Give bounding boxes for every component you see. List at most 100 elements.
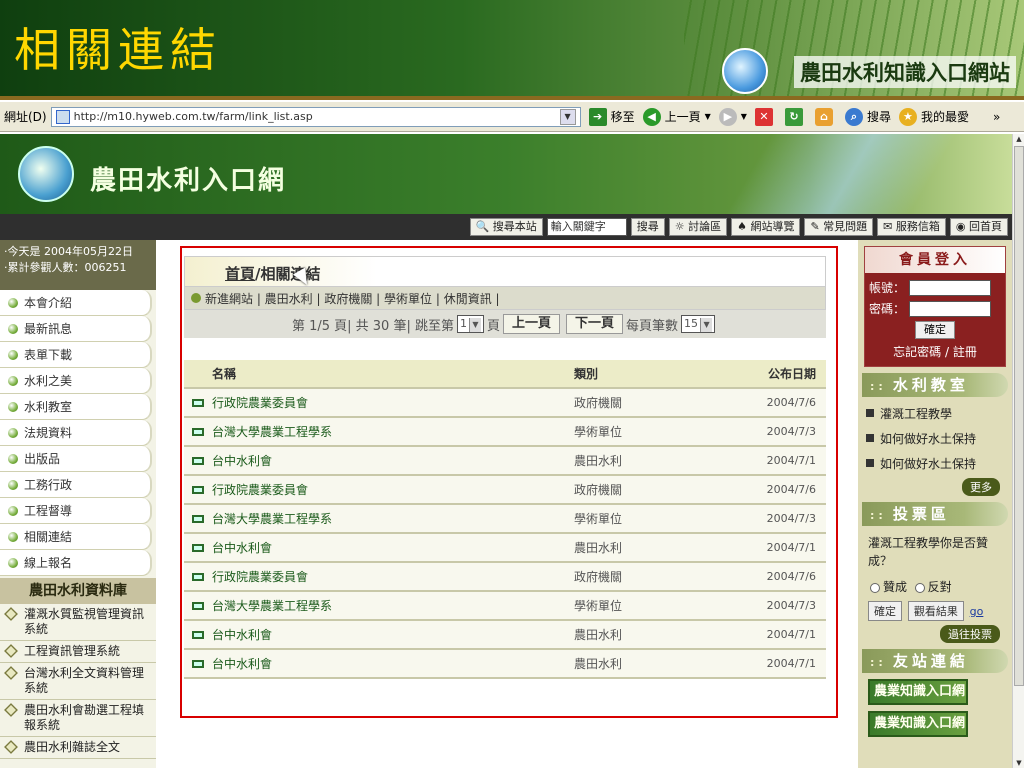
browser-toolbar: 網址(D) http://m10.hyweb.com.tw/farm/link_… [0,102,1024,132]
portal-name: 農田水利知識入口網站 [794,56,1016,88]
link-name[interactable]: 台中水利會 [208,649,570,679]
nav-faq[interactable]: ✎ 常見問題 [804,218,874,236]
overflow-chevron[interactable]: » [993,110,1000,124]
account-input[interactable] [909,279,992,296]
bullet-icon [8,375,18,386]
sidebar-item-news[interactable]: 最新訊息 [0,316,152,342]
sidebar-item-label: 本會介紹 [24,296,73,310]
link-name[interactable]: 行政院農業委員會 [208,475,570,505]
table-row[interactable]: 台中水利會 農田水利 2004/7/1 [184,620,826,650]
sidebar-item-regulations[interactable]: 法規資料 [0,420,152,446]
bullet-icon [8,427,18,438]
category-links[interactable]: 新進網站 | 農田水利 | 政府機關 | 學術單位 | 休閒資訊 | [205,290,500,307]
classroom-item[interactable]: 如何做好水土保持 [858,451,1012,476]
friend-site-logo[interactable]: 農業知識入口網 [868,679,968,705]
link-name[interactable]: 台灣大學農業工程學系 [208,417,570,447]
home-button[interactable]: ⌂ [814,107,837,126]
forward-button[interactable]: ▶ ▼ [718,107,747,126]
go-button[interactable]: ➔ 移至 [588,107,635,126]
db-item-water-quality[interactable]: 灌溉水質監視管理資訊系統 [0,604,156,641]
search-site-button[interactable]: 🔍 搜尋本站 [469,218,543,236]
next-page-button[interactable]: 下一頁 [566,314,624,334]
sidebar-item-supervision[interactable]: 工程督導 [0,498,152,524]
table-row[interactable]: 台中水利會 農田水利 2004/7/1 [184,446,826,476]
classroom-item[interactable]: 灌溉工程教學 [858,401,1012,426]
table-row[interactable]: 台灣大學農業工程學系 學術單位 2004/7/3 [184,504,826,534]
link-category: 政府機關 [570,388,690,418]
table-row[interactable]: 行政院農業委員會 政府機關 2004/7/6 [184,562,826,592]
sidebar-item-about[interactable]: 本會介紹 [0,290,152,316]
vote-radio-no[interactable] [914,582,925,593]
dropdown-arrow-icon[interactable]: ▼ [559,108,576,125]
keyword-input[interactable]: 輸入關鍵字 [546,218,627,236]
db-item-engineering[interactable]: 工程資訊管理系統 [0,641,156,663]
db-item-magazine[interactable]: 農田水利雜誌全文 [0,737,156,759]
scroll-thumb[interactable] [1014,146,1024,686]
login-panel: 會員登入 帳號： 密碼： 確定 忘記密碼 / 註冊 [864,246,1006,367]
table-row[interactable]: 台灣大學農業工程學系 學術單位 2004/7/3 [184,417,826,447]
favorites-button[interactable]: ★ 我的最愛 [898,107,969,126]
vote-radio-yes[interactable] [870,582,880,593]
link-row-icon [184,649,208,679]
sidebar-item-publications[interactable]: 出版品 [0,446,152,472]
sidebar-item-beauty[interactable]: 水利之美 [0,368,152,394]
address-input[interactable]: http://m10.hyweb.com.tw/farm/link_list.a… [50,106,581,127]
sidebar-item-signup[interactable]: 線上報名 [0,550,152,576]
go-link[interactable]: go [970,605,984,618]
table-row[interactable]: 行政院農業委員會 政府機關 2004/7/6 [184,475,826,505]
sidebar-item-label: 水利之美 [24,374,73,388]
breadcrumb-home[interactable]: 首頁 [225,265,255,283]
more-button[interactable]: 更多 [962,478,1000,496]
search-submit-button[interactable]: 搜尋 [630,218,665,236]
link-name[interactable]: 台中水利會 [208,446,570,476]
link-name[interactable]: 台灣大學農業工程學系 [208,504,570,534]
nav-mailbox[interactable]: ✉ 服務信箱 [877,218,946,236]
sidebar-item-classroom[interactable]: 水利教室 [0,394,152,420]
db-item-survey[interactable]: 農田水利會勘選工程填報系統 [0,700,156,737]
link-name[interactable]: 台中水利會 [208,533,570,563]
table-row[interactable]: 台中水利會 農田水利 2004/7/1 [184,649,826,679]
page-select[interactable]: 1 ▼ [456,315,484,333]
refresh-button[interactable]: ↻ [784,107,807,126]
past-votes-button[interactable]: 過往投票 [940,625,1000,643]
sidebar-item-forms[interactable]: 表單下載 [0,342,152,368]
chevron-down-icon[interactable]: ▼ [705,112,711,121]
search-label: 搜尋 [866,110,891,124]
forgot-register-link[interactable]: 忘記密碼 / 註冊 [869,343,1001,360]
login-submit-button[interactable]: 確定 [915,321,955,339]
table-row[interactable]: 台中水利會 農田水利 2004/7/1 [184,533,826,563]
scroll-down-icon[interactable]: ▼ [1014,758,1024,768]
prev-page-button[interactable]: 上一頁 [503,314,561,334]
vote-submit-button[interactable]: 確定 [868,601,902,621]
sidebar-item-admin[interactable]: 工務行政 [0,472,152,498]
db-item-fulltext[interactable]: 台灣水利全文資料管理系統 [0,663,156,700]
back-button[interactable]: ◀ 上一頁 ▼ [642,107,711,126]
link-name[interactable]: 台中水利會 [208,620,570,650]
link-name[interactable]: 行政院農業委員會 [208,388,570,418]
link-name[interactable]: 行政院農業委員會 [208,562,570,592]
header-date: 公布日期 [690,360,826,389]
forward-arrow-icon: ▶ [718,107,737,126]
friend-site-logo[interactable]: 農業知識入口網 [868,711,968,737]
category-bullet-icon [191,293,201,303]
classroom-item[interactable]: 如何做好水土保持 [858,426,1012,451]
nav-home[interactable]: ◉ 回首頁 [949,218,1008,236]
bullet-icon [8,479,18,490]
site-logo-icon[interactable] [18,146,74,202]
sidebar-item-links[interactable]: 相關連結 [0,524,152,550]
per-page-select[interactable]: 15 ▼ [681,315,716,333]
link-name[interactable]: 台灣大學農業工程學系 [208,591,570,621]
vertical-scrollbar[interactable]: ▲ ▼ [1012,134,1024,768]
table-row[interactable]: 行政院農業委員會 政府機關 2004/7/6 [184,388,826,418]
link-row-icon [184,388,208,418]
password-input[interactable] [909,300,992,317]
pagination: 第 1/5 頁| 共 30 筆| 跳至第 1 ▼ 頁 上一頁 下一頁 每頁筆數 1… [184,310,826,338]
vote-results-button[interactable]: 觀看結果 [907,601,964,621]
nav-sitemap[interactable]: ♠ 網站導覽 [731,218,801,236]
nav-forum[interactable]: ☼ 討論區 [668,218,728,236]
stop-button[interactable]: ✕ [754,107,777,126]
table-row[interactable]: 台灣大學農業工程學系 學術單位 2004/7/3 [184,591,826,621]
scroll-up-icon[interactable]: ▲ [1014,134,1024,144]
sidebar-item-label: 表單下載 [24,348,73,362]
search-button[interactable]: ⌕ 搜尋 [844,107,891,126]
